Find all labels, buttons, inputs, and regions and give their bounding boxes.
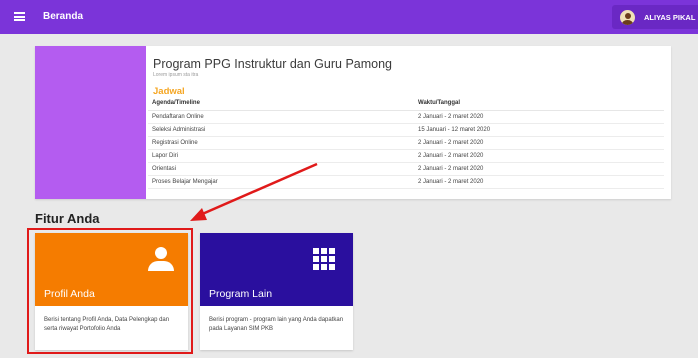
agenda-cell: Proses Belajar Mengajar bbox=[148, 175, 414, 189]
page-title: Beranda bbox=[43, 11, 84, 22]
date-cell: 2 Januari - 2 maret 2020 bbox=[414, 149, 664, 163]
agenda-cell: Orientasi bbox=[148, 162, 414, 176]
date-cell: 2 Januari - 2 maret 2020 bbox=[414, 175, 664, 189]
agenda-cell: Registrasi Online bbox=[148, 136, 414, 150]
table-row: Proses Belajar Mengajar 2 Januari - 2 ma… bbox=[148, 175, 664, 189]
features-heading: Fitur Anda bbox=[35, 211, 100, 226]
arrow-head bbox=[190, 208, 207, 221]
agenda-cell: Seleksi Administrasi bbox=[148, 123, 414, 137]
program-card: Program PPG Instruktur dan Guru Pamong L… bbox=[35, 46, 671, 199]
program-subtitle: Lorem ipsum sta itra bbox=[153, 72, 199, 78]
agenda-cell: Pendaftaran Online bbox=[148, 110, 414, 124]
table-header-row: Agenda/Timeline Waktu/Tanggal bbox=[148, 97, 664, 111]
date-cell: 15 Januari - 12 maret 2020 bbox=[414, 123, 664, 137]
top-app-bar: Beranda ALIYAS PIKAL bbox=[0, 0, 698, 34]
apps-grid-icon bbox=[313, 248, 335, 270]
schedule-table: Agenda/Timeline Waktu/Tanggal Pendaftara… bbox=[148, 97, 664, 189]
highlight-annotation-box bbox=[27, 228, 193, 354]
program-thumbnail bbox=[35, 46, 146, 199]
column-header-agenda: Agenda/Timeline bbox=[148, 97, 414, 111]
date-cell: 2 Januari - 2 maret 2020 bbox=[414, 136, 664, 150]
program-lain-banner[interactable]: Program Lain bbox=[200, 233, 353, 306]
schedule-heading: Jadwal bbox=[153, 86, 185, 97]
program-lain-description: Berisi program - program lain yang Anda … bbox=[209, 317, 344, 332]
hamburger-menu-icon[interactable] bbox=[14, 12, 25, 21]
program-lain-label: Program Lain bbox=[209, 288, 273, 300]
column-header-date: Waktu/Tanggal bbox=[414, 97, 664, 111]
program-lain-card[interactable]: Program Lain Berisi program - program la… bbox=[200, 233, 353, 350]
date-cell: 2 Januari - 2 maret 2020 bbox=[414, 110, 664, 124]
program-title: Program PPG Instruktur dan Guru Pamong bbox=[153, 57, 392, 71]
user-name: ALIYAS PIKAL bbox=[644, 12, 696, 22]
table-row: Pendaftaran Online 2 Januari - 2 maret 2… bbox=[148, 110, 664, 124]
table-row: Orientasi 2 Januari - 2 maret 2020 bbox=[148, 162, 664, 176]
table-row: Registrasi Online 2 Januari - 2 maret 20… bbox=[148, 136, 664, 150]
date-cell: 2 Januari - 2 maret 2020 bbox=[414, 162, 664, 176]
user-menu-button[interactable]: ALIYAS PIKAL bbox=[612, 5, 698, 29]
user-avatar-icon bbox=[620, 9, 635, 25]
table-row: Seleksi Administrasi 15 Januari - 12 mar… bbox=[148, 123, 664, 137]
agenda-cell: Lapor Diri bbox=[148, 149, 414, 163]
table-row: Lapor Diri 2 Januari - 2 maret 2020 bbox=[148, 149, 664, 163]
